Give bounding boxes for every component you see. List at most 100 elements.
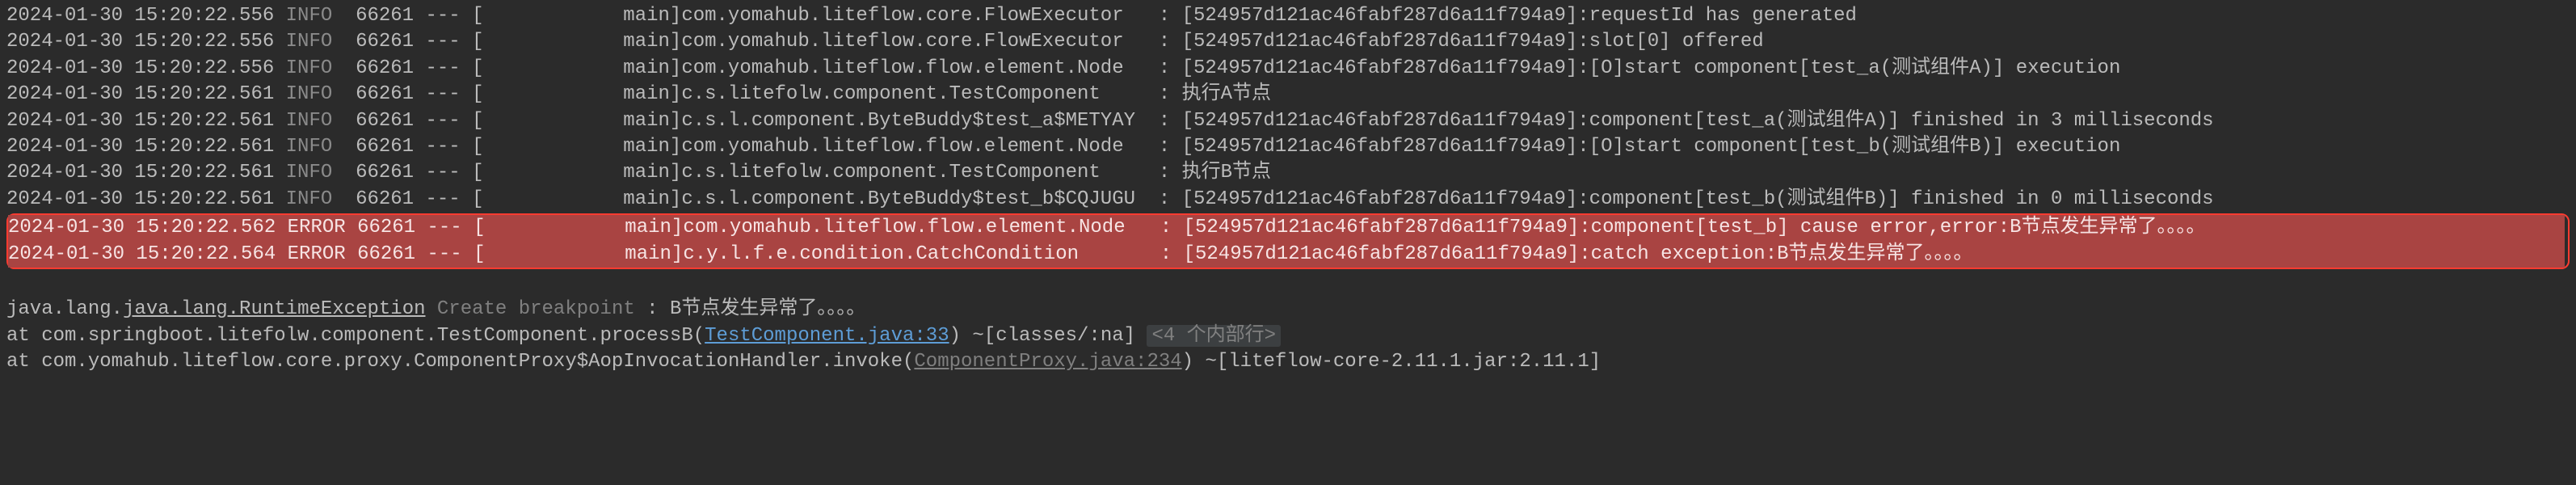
log-level: INFO (286, 160, 356, 186)
log-level: INFO (286, 108, 356, 134)
log-thread: main] (483, 29, 681, 55)
log-message: [524957d121ac46fabf287d6a11f794a9]:[O]st… (1182, 134, 2121, 160)
log-colon: : (1159, 108, 1182, 134)
log-level: ERROR (288, 215, 357, 241)
log-timestamp: 2024-01-30 15:20:22.556 (6, 3, 286, 29)
log-thread: main] (483, 134, 681, 160)
log-pid: 66261 (356, 29, 425, 55)
log-level: ERROR (288, 242, 357, 268)
log-timestamp: 2024-01-30 15:20:22.556 (6, 56, 286, 82)
log-message: [524957d121ac46fabf287d6a11f794a9]:compo… (1182, 187, 2214, 213)
log-colon: : (1159, 187, 1182, 213)
log-pid: 66261 (356, 3, 425, 29)
log-colon: : (1159, 3, 1182, 29)
log-pid: 66261 (357, 242, 427, 268)
create-breakpoint-hint[interactable]: Create breakpoint (437, 298, 635, 320)
log-colon: : (1159, 82, 1182, 108)
log-logger: com.yomahub.liteflow.flow.element.Node (681, 56, 1158, 82)
collapsed-frames-badge[interactable]: <4 个内部行> (1147, 325, 1281, 347)
log-message: [524957d121ac46fabf287d6a11f794a9]:compo… (1184, 215, 2206, 241)
log-pid: 66261 (357, 215, 427, 241)
log-message: 执行A节点 (1182, 82, 1271, 108)
log-level: INFO (286, 134, 356, 160)
log-logger: com.yomahub.liteflow.flow.element.Node (681, 134, 1158, 160)
log-logger: c.s.litefolw.component.TestComponent (681, 82, 1158, 108)
log-timestamp: 2024-01-30 15:20:22.561 (6, 108, 286, 134)
log-logger: c.s.l.component.ByteBuddy$test_a$METYAY (681, 108, 1158, 134)
highlighted-error-block: 2024-01-30 15:20:22.562ERROR66261--- [ma… (6, 213, 2570, 269)
log-thread: main] (483, 82, 681, 108)
exception-type-link[interactable]: java.lang.RuntimeException (123, 298, 425, 320)
log-colon: : (1159, 56, 1182, 82)
log-row: 2024-01-30 15:20:22.562ERROR66261--- [ma… (8, 215, 2565, 241)
log-separator: --- [ (425, 187, 483, 213)
log-pid: 66261 (356, 82, 425, 108)
log-pid: 66261 (356, 134, 425, 160)
log-timestamp: 2024-01-30 15:20:22.562 (8, 215, 288, 241)
log-row: 2024-01-30 15:20:22.561INFO66261--- [mai… (6, 108, 2570, 134)
log-message: [524957d121ac46fabf287d6a11f794a9]:catch… (1184, 242, 1973, 268)
log-separator: --- [ (427, 215, 485, 241)
console-output: 2024-01-30 15:20:22.556INFO66261--- [mai… (0, 0, 2576, 378)
log-logger: c.s.l.component.ByteBuddy$test_b$CQJUGU (681, 187, 1158, 213)
log-colon: : (1160, 242, 1184, 268)
log-pid: 66261 (356, 108, 425, 134)
source-link[interactable]: ComponentProxy.java:234 (914, 351, 1181, 373)
log-separator: --- [ (427, 242, 485, 268)
log-thread: main] (483, 56, 681, 82)
log-message: 执行B节点 (1182, 160, 1271, 186)
stack-frame-row: at com.yomahub.liteflow.core.proxy.Compo… (6, 349, 2570, 375)
log-thread: main] (485, 242, 683, 268)
exception-sep: : (635, 298, 670, 320)
log-row: 2024-01-30 15:20:22.564ERROR66261--- [ma… (8, 242, 2565, 268)
log-logger: com.yomahub.liteflow.core.FlowExecutor (681, 29, 1158, 55)
log-message: [524957d121ac46fabf287d6a11f794a9]:[O]st… (1182, 56, 2121, 82)
log-level: INFO (286, 82, 356, 108)
source-link[interactable]: TestComponent.java:33 (705, 325, 949, 347)
log-thread: main] (485, 215, 683, 241)
log-timestamp: 2024-01-30 15:20:22.556 (6, 29, 286, 55)
log-timestamp: 2024-01-30 15:20:22.561 (6, 134, 286, 160)
blank-line (6, 271, 2570, 297)
log-separator: --- [ (425, 29, 483, 55)
log-thread: main] (483, 160, 681, 186)
log-separator: --- [ (425, 82, 483, 108)
exception-message: B节点发生异常了。。。。 (670, 298, 865, 320)
stack-frame-prefix: at com.yomahub.liteflow.core.proxy.Compo… (6, 351, 914, 373)
log-row: 2024-01-30 15:20:22.556INFO66261--- [mai… (6, 29, 2570, 55)
stack-frame-row: at com.springboot.litefolw.component.Tes… (6, 323, 2570, 349)
log-message: [524957d121ac46fabf287d6a11f794a9]:slot[… (1182, 29, 1764, 55)
log-colon: : (1159, 134, 1182, 160)
log-logger: c.s.litefolw.component.TestComponent (681, 160, 1158, 186)
log-thread: main] (483, 3, 681, 29)
log-timestamp: 2024-01-30 15:20:22.561 (6, 187, 286, 213)
log-separator: --- [ (425, 108, 483, 134)
log-timestamp: 2024-01-30 15:20:22.564 (8, 242, 288, 268)
log-colon: : (1159, 160, 1182, 186)
log-pid: 66261 (356, 160, 425, 186)
log-level: INFO (286, 29, 356, 55)
log-timestamp: 2024-01-30 15:20:22.561 (6, 82, 286, 108)
log-separator: --- [ (425, 160, 483, 186)
log-logger: com.yomahub.liteflow.flow.element.Node (683, 215, 1160, 241)
log-level: INFO (286, 3, 356, 29)
log-row: 2024-01-30 15:20:22.561INFO66261--- [mai… (6, 134, 2570, 160)
log-logger: com.yomahub.liteflow.core.FlowExecutor (681, 3, 1158, 29)
log-thread: main] (483, 108, 681, 134)
log-colon: : (1159, 29, 1182, 55)
log-pid: 66261 (356, 56, 425, 82)
log-message: [524957d121ac46fabf287d6a11f794a9]:compo… (1182, 108, 2214, 134)
stack-frame-prefix: at com.springboot.litefolw.component.Tes… (6, 325, 705, 347)
log-separator: --- [ (425, 3, 483, 29)
log-row: 2024-01-30 15:20:22.561INFO66261--- [mai… (6, 187, 2570, 213)
exception-lang-prefix: java.lang. (6, 298, 123, 320)
log-timestamp: 2024-01-30 15:20:22.561 (6, 160, 286, 186)
log-row: 2024-01-30 15:20:22.556INFO66261--- [mai… (6, 56, 2570, 82)
log-logger: c.y.l.f.e.condition.CatchCondition (683, 242, 1160, 268)
log-level: INFO (286, 56, 356, 82)
log-separator: --- [ (425, 56, 483, 82)
log-level: INFO (286, 187, 356, 213)
log-colon: : (1160, 215, 1184, 241)
log-message: [524957d121ac46fabf287d6a11f794a9]:reque… (1182, 3, 1857, 29)
stack-frame-suffix: ) ~[classes/:na] (949, 325, 1147, 347)
